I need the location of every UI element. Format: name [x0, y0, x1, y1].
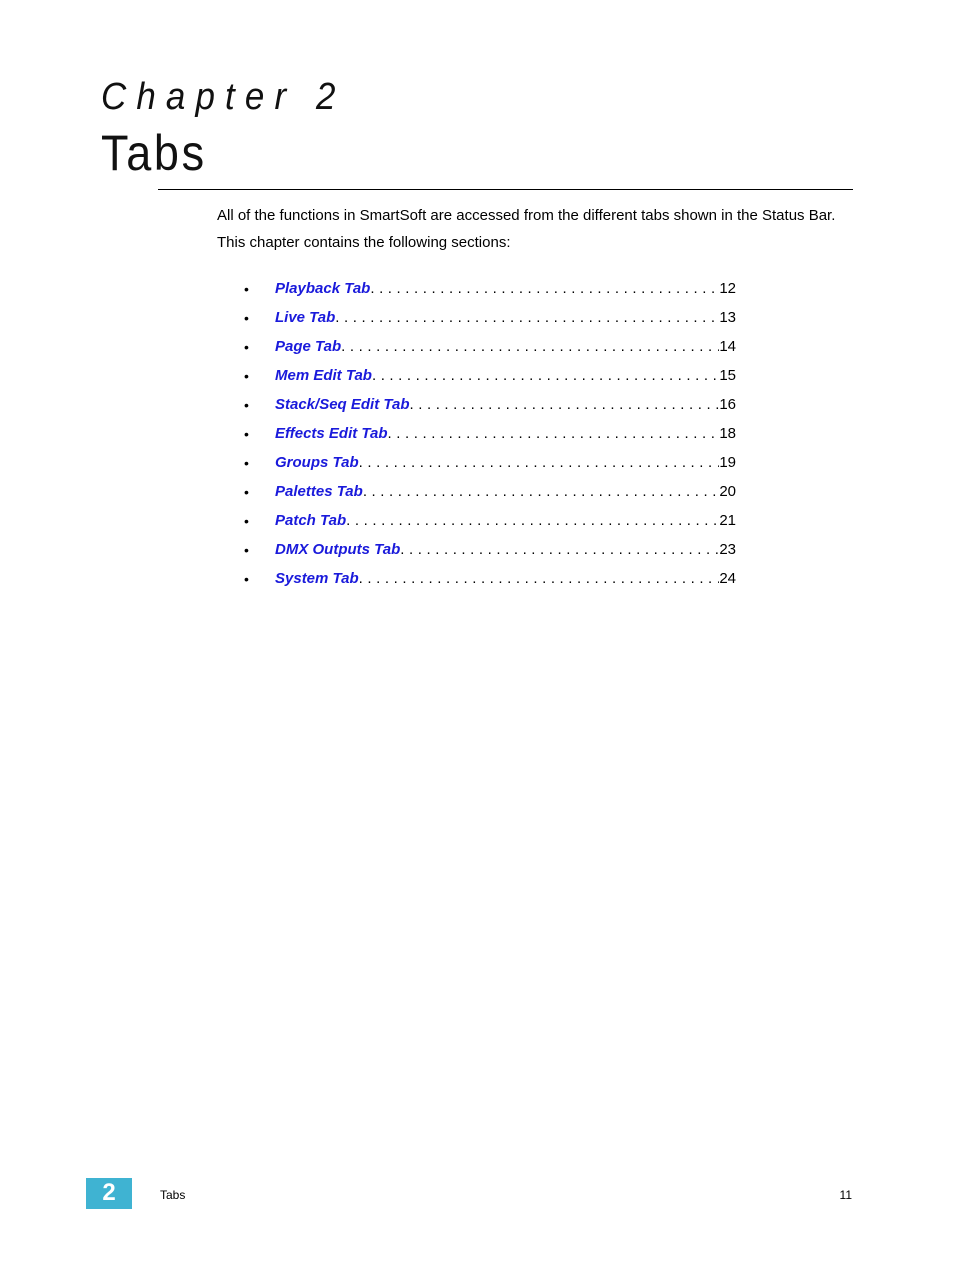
dot-leader — [346, 511, 719, 531]
bullet-icon: • — [244, 339, 249, 355]
page-number: 20 — [719, 483, 736, 500]
section-link[interactable]: DMX Outputs Tab — [275, 540, 400, 560]
section-link[interactable]: System Tab — [275, 569, 359, 589]
dot-leader — [409, 395, 719, 415]
page-number: 16 — [719, 396, 736, 413]
dot-leader — [359, 453, 720, 473]
bullet-icon: • — [244, 513, 249, 529]
dot-leader — [341, 337, 719, 357]
dot-leader — [359, 569, 720, 589]
chapter-label: Chapter 2 — [101, 76, 346, 118]
bullet-icon: • — [244, 542, 249, 558]
list-item: • Page Tab 14 — [244, 337, 744, 366]
page-number: 18 — [719, 425, 736, 442]
page-number: 12 — [719, 280, 736, 297]
bullet-icon: • — [244, 484, 249, 500]
intro-text: All of the functions in SmartSoft are ac… — [217, 207, 857, 261]
page-number: 13 — [719, 309, 736, 326]
footer-chapter-badge: 2 — [86, 1178, 132, 1209]
bullet-icon: • — [244, 455, 249, 471]
bullet-icon: • — [244, 571, 249, 587]
list-item: • DMX Outputs Tab 23 — [244, 540, 744, 569]
bullet-icon: • — [244, 368, 249, 384]
list-item: • Groups Tab 19 — [244, 453, 744, 482]
page-number: 14 — [719, 338, 736, 355]
list-item: • Live Tab 13 — [244, 308, 744, 337]
section-list: •Playback Tab12 •Live Tab13 •Page Tab14 … — [244, 279, 744, 598]
list-item: • Patch Tab 21 — [244, 511, 744, 540]
list-item: • Playback Tab 12 — [244, 279, 744, 308]
section-link[interactable]: Groups Tab — [275, 453, 359, 473]
footer-page-number: 11 — [839, 1188, 852, 1202]
bullet-icon: • — [244, 310, 249, 326]
intro-paragraph: This chapter contains the following sect… — [217, 234, 511, 251]
list-item: • Palettes Tab 20 — [244, 482, 744, 511]
intro-paragraph: All of the functions in SmartSoft are ac… — [217, 207, 836, 224]
section-link[interactable]: Palettes Tab — [275, 482, 363, 502]
list-item: • Effects Edit Tab 18 — [244, 424, 744, 453]
bullet-icon: • — [244, 426, 249, 442]
page-number: 19 — [719, 454, 736, 471]
list-item: • System Tab 24 — [244, 569, 744, 598]
dot-leader — [400, 540, 719, 560]
dot-leader — [370, 279, 719, 299]
dot-leader — [335, 308, 719, 328]
section-link[interactable]: Live Tab — [275, 308, 335, 328]
dot-leader — [388, 424, 720, 444]
page-number: 24 — [719, 570, 736, 587]
section-link[interactable]: Playback Tab — [275, 279, 370, 299]
page-number: 23 — [719, 541, 736, 558]
list-item: • Mem Edit Tab 15 — [244, 366, 744, 395]
dot-leader — [363, 482, 720, 502]
section-link[interactable]: Mem Edit Tab — [275, 366, 372, 386]
bullet-icon: • — [244, 281, 249, 297]
title-rule — [158, 189, 853, 190]
bullet-icon: • — [244, 397, 249, 413]
dot-leader — [372, 366, 719, 386]
footer-title: Tabs — [160, 1188, 186, 1202]
page-number: 21 — [719, 512, 736, 529]
chapter-title: Tabs — [101, 125, 207, 181]
list-item: • Stack/Seq Edit Tab 16 — [244, 395, 744, 424]
section-link[interactable]: Stack/Seq Edit Tab — [275, 395, 409, 415]
section-link[interactable]: Patch Tab — [275, 511, 346, 531]
section-link[interactable]: Page Tab — [275, 337, 341, 357]
section-link[interactable]: Effects Edit Tab — [275, 424, 388, 444]
page-number: 15 — [719, 367, 736, 384]
